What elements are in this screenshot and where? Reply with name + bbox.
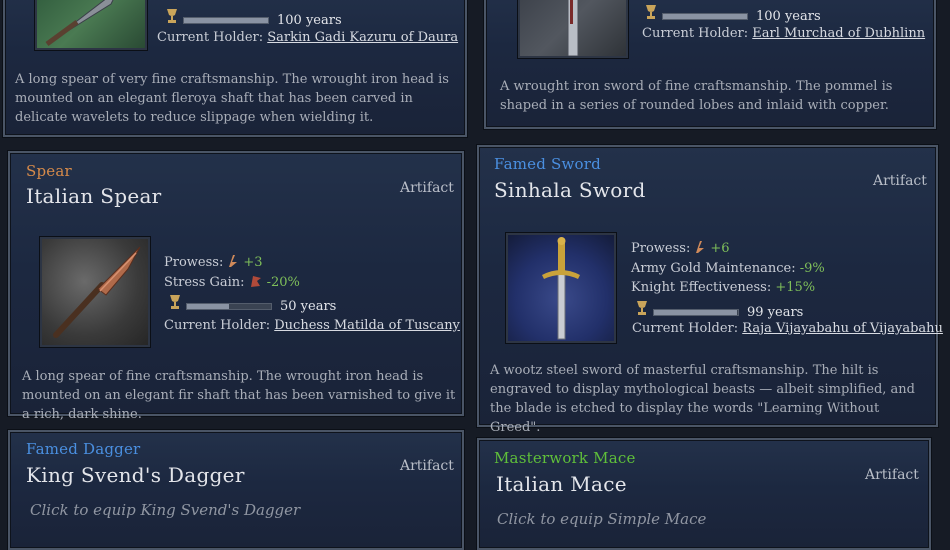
- current-holder: Current Holder: Earl Murchad of Dubhlinn: [642, 26, 925, 41]
- holder-label: Current Holder:: [632, 321, 739, 336]
- durability-value: 50 years: [280, 299, 337, 314]
- artifact-category: Spear: [26, 162, 72, 180]
- artifact-description: A long spear of very fine craftsmanship.…: [15, 72, 449, 125]
- artifact-description: A wrought iron sword of fine craftsmansh…: [500, 79, 893, 113]
- artifact-image-sinhala-sword: [506, 233, 616, 343]
- artifact-card-top-left[interactable]: 100 years Current Holder: Sarkin Gadi Ka…: [3, 0, 467, 137]
- stat-value: +15%: [775, 280, 816, 295]
- stat-stress-gain: Stress Gain: -20%: [164, 274, 300, 292]
- holder-link[interactable]: Duchess Matilda of Tuscany: [274, 318, 460, 333]
- durability-value: 100 years: [756, 9, 821, 24]
- stat-value: +3: [243, 255, 263, 270]
- artifact-category: Famed Sword: [494, 155, 601, 173]
- artifact-image-italian-spear: [40, 237, 150, 347]
- artifact-category: Masterwork Mace: [494, 449, 636, 467]
- holder-link[interactable]: Sarkin Gadi Kazuru of Daura: [267, 30, 458, 45]
- artifact-description: A long spear of fine craftsmanship. The …: [22, 369, 456, 422]
- stat-knight-effectiveness: Knight Effectiveness: +15%: [631, 280, 815, 295]
- stress-icon: [249, 274, 263, 292]
- holder-label: Current Holder:: [157, 30, 264, 45]
- artifact-title: Sinhala Sword: [494, 178, 646, 202]
- durability-row: 100 years: [165, 8, 342, 28]
- artifact-card-sinhala-sword[interactable]: Famed Sword Sinhala Sword Artifact Prowe…: [477, 145, 943, 435]
- prowess-icon: [694, 240, 706, 258]
- goblet-icon: [644, 5, 658, 24]
- artifact-image-sword-iron: [518, 0, 628, 58]
- artifact-card-king-svends-dagger[interactable]: Famed Dagger King Svend's Dagger Artifac…: [8, 430, 464, 550]
- stat-value: -9%: [799, 261, 825, 276]
- durability-row: 50 years: [168, 294, 336, 314]
- stat-label: Army Gold Maintenance:: [631, 261, 796, 276]
- artifact-card-italian-spear[interactable]: Spear Italian Spear Artifact Prowess: +3 …: [8, 151, 464, 422]
- durability-bar: [186, 303, 272, 310]
- durability-value: 99 years: [747, 305, 804, 320]
- holder-link[interactable]: Earl Murchad of Dubhlinn: [752, 26, 925, 41]
- stat-prowess: Prowess: +3: [164, 254, 263, 272]
- artifact-rarity: Artifact: [400, 180, 454, 196]
- stat-label: Prowess:: [631, 241, 691, 256]
- goblet-icon: [635, 301, 649, 320]
- equip-hint[interactable]: Click to equip King Svend's Dagger: [30, 501, 300, 519]
- stat-army-gold-maintenance: Army Gold Maintenance: -9%: [631, 261, 825, 276]
- stat-value: +6: [710, 241, 730, 256]
- artifact-title: King Svend's Dagger: [26, 463, 245, 487]
- artifact-description: A wootz steel sword of masterful craftsm…: [490, 363, 915, 435]
- artifact-rarity: Artifact: [865, 467, 919, 483]
- current-holder: Current Holder: Sarkin Gadi Kazuru of Da…: [157, 30, 458, 45]
- stat-prowess: Prowess: +6: [631, 240, 730, 258]
- stat-label: Prowess:: [164, 255, 224, 270]
- artifact-rarity: Artifact: [873, 173, 927, 189]
- goblet-icon: [168, 295, 182, 314]
- stat-label: Knight Effectiveness:: [631, 280, 772, 295]
- equip-hint[interactable]: Click to equip Simple Mace: [497, 510, 706, 528]
- durability-bar: [653, 309, 739, 316]
- artifact-title: Italian Mace: [496, 472, 627, 496]
- artifact-card-italian-mace[interactable]: Masterwork Mace Italian Mace Artifact Cl…: [477, 438, 931, 550]
- artifact-image-spear-green: [35, 0, 147, 50]
- holder-link[interactable]: Raja Vijayabahu of Vijayabahu: [742, 321, 943, 336]
- artifact-card-top-right[interactable]: 100 years Current Holder: Earl Murchad o…: [484, 0, 936, 129]
- durability-value: 100 years: [277, 13, 342, 28]
- current-holder: Current Holder: Duchess Matilda of Tusca…: [164, 318, 460, 333]
- artifact-category: Famed Dagger: [26, 440, 141, 458]
- holder-label: Current Holder:: [642, 26, 749, 41]
- durability-bar: [662, 13, 748, 20]
- durability-row: 99 years: [635, 300, 803, 320]
- durability-row: 100 years: [644, 4, 821, 24]
- prowess-icon: [227, 254, 239, 272]
- stat-value: -20%: [266, 275, 300, 290]
- durability-bar: [183, 17, 269, 24]
- current-holder: Current Holder: Raja Vijayabahu of Vijay…: [632, 321, 943, 336]
- artifact-rarity: Artifact: [400, 458, 454, 474]
- goblet-icon: [165, 9, 179, 28]
- artifact-title: Italian Spear: [26, 184, 162, 208]
- stat-label: Stress Gain:: [164, 275, 245, 290]
- holder-label: Current Holder:: [164, 318, 271, 333]
